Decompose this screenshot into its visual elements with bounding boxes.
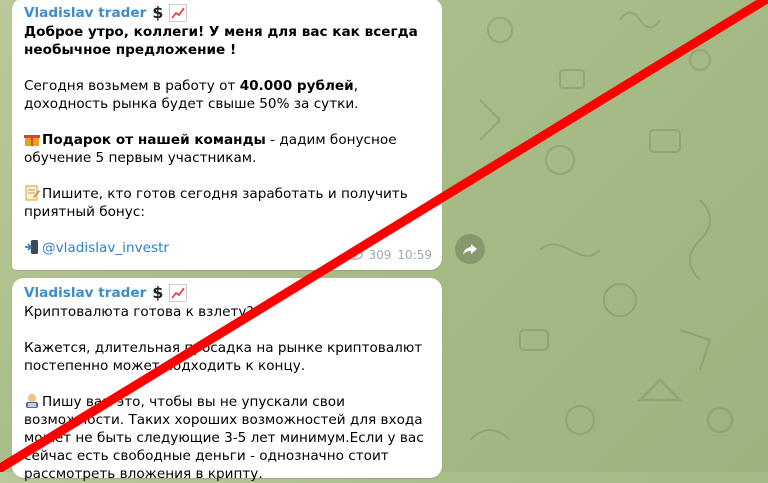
share-icon bbox=[463, 244, 477, 255]
message-paragraph: Подарок от нашей команды - дадим бонусно… bbox=[24, 132, 397, 166]
phone-arrow-icon bbox=[25, 240, 38, 254]
technologist-icon bbox=[26, 394, 38, 408]
chart-up-icon bbox=[169, 284, 188, 302]
message-sender[interactable]: Vladislav trader $ bbox=[24, 4, 430, 22]
message-meta: 309 10:59 bbox=[346, 246, 432, 264]
dollar-sign-icon: $ bbox=[152, 283, 164, 302]
message-time: 10:59 bbox=[397, 248, 432, 262]
chart-up-icon bbox=[169, 4, 188, 22]
message-paragraph: Пишу вам это, чтобы вы не упускали свои … bbox=[24, 394, 424, 482]
channel-link[interactable]: @vladislav_investr bbox=[42, 240, 169, 256]
gift-icon bbox=[24, 135, 40, 146]
message-bubble-1[interactable]: Vladislav trader $ Доброе утро, коллеги!… bbox=[12, 0, 442, 270]
view-count: 309 bbox=[368, 248, 392, 262]
message-bubble-2[interactable]: Vladislav trader $ Криптовалюта готова к… bbox=[12, 278, 442, 482]
sender-name[interactable]: Vladislav trader bbox=[24, 4, 146, 22]
memo-icon bbox=[25, 185, 40, 201]
share-button[interactable] bbox=[455, 234, 485, 264]
message-sender[interactable]: Vladislav trader $ bbox=[24, 284, 430, 302]
message-paragraph: Криптовалюта готова к взлету? bbox=[24, 304, 254, 320]
dollar-sign-icon: $ bbox=[152, 3, 164, 22]
eye-icon bbox=[346, 250, 363, 260]
message-paragraph: Пишите, кто готов сегодня заработать и п… bbox=[24, 185, 408, 220]
message-greeting: Доброе утро, коллеги! У меня для вас как… bbox=[24, 24, 418, 58]
message-paragraph: Кажется, длительная просадка на рынке кр… bbox=[24, 340, 423, 374]
message-paragraph: Сегодня возьмем в работу от 40.000 рубле… bbox=[24, 78, 359, 112]
sender-name[interactable]: Vladislav trader bbox=[24, 284, 146, 302]
